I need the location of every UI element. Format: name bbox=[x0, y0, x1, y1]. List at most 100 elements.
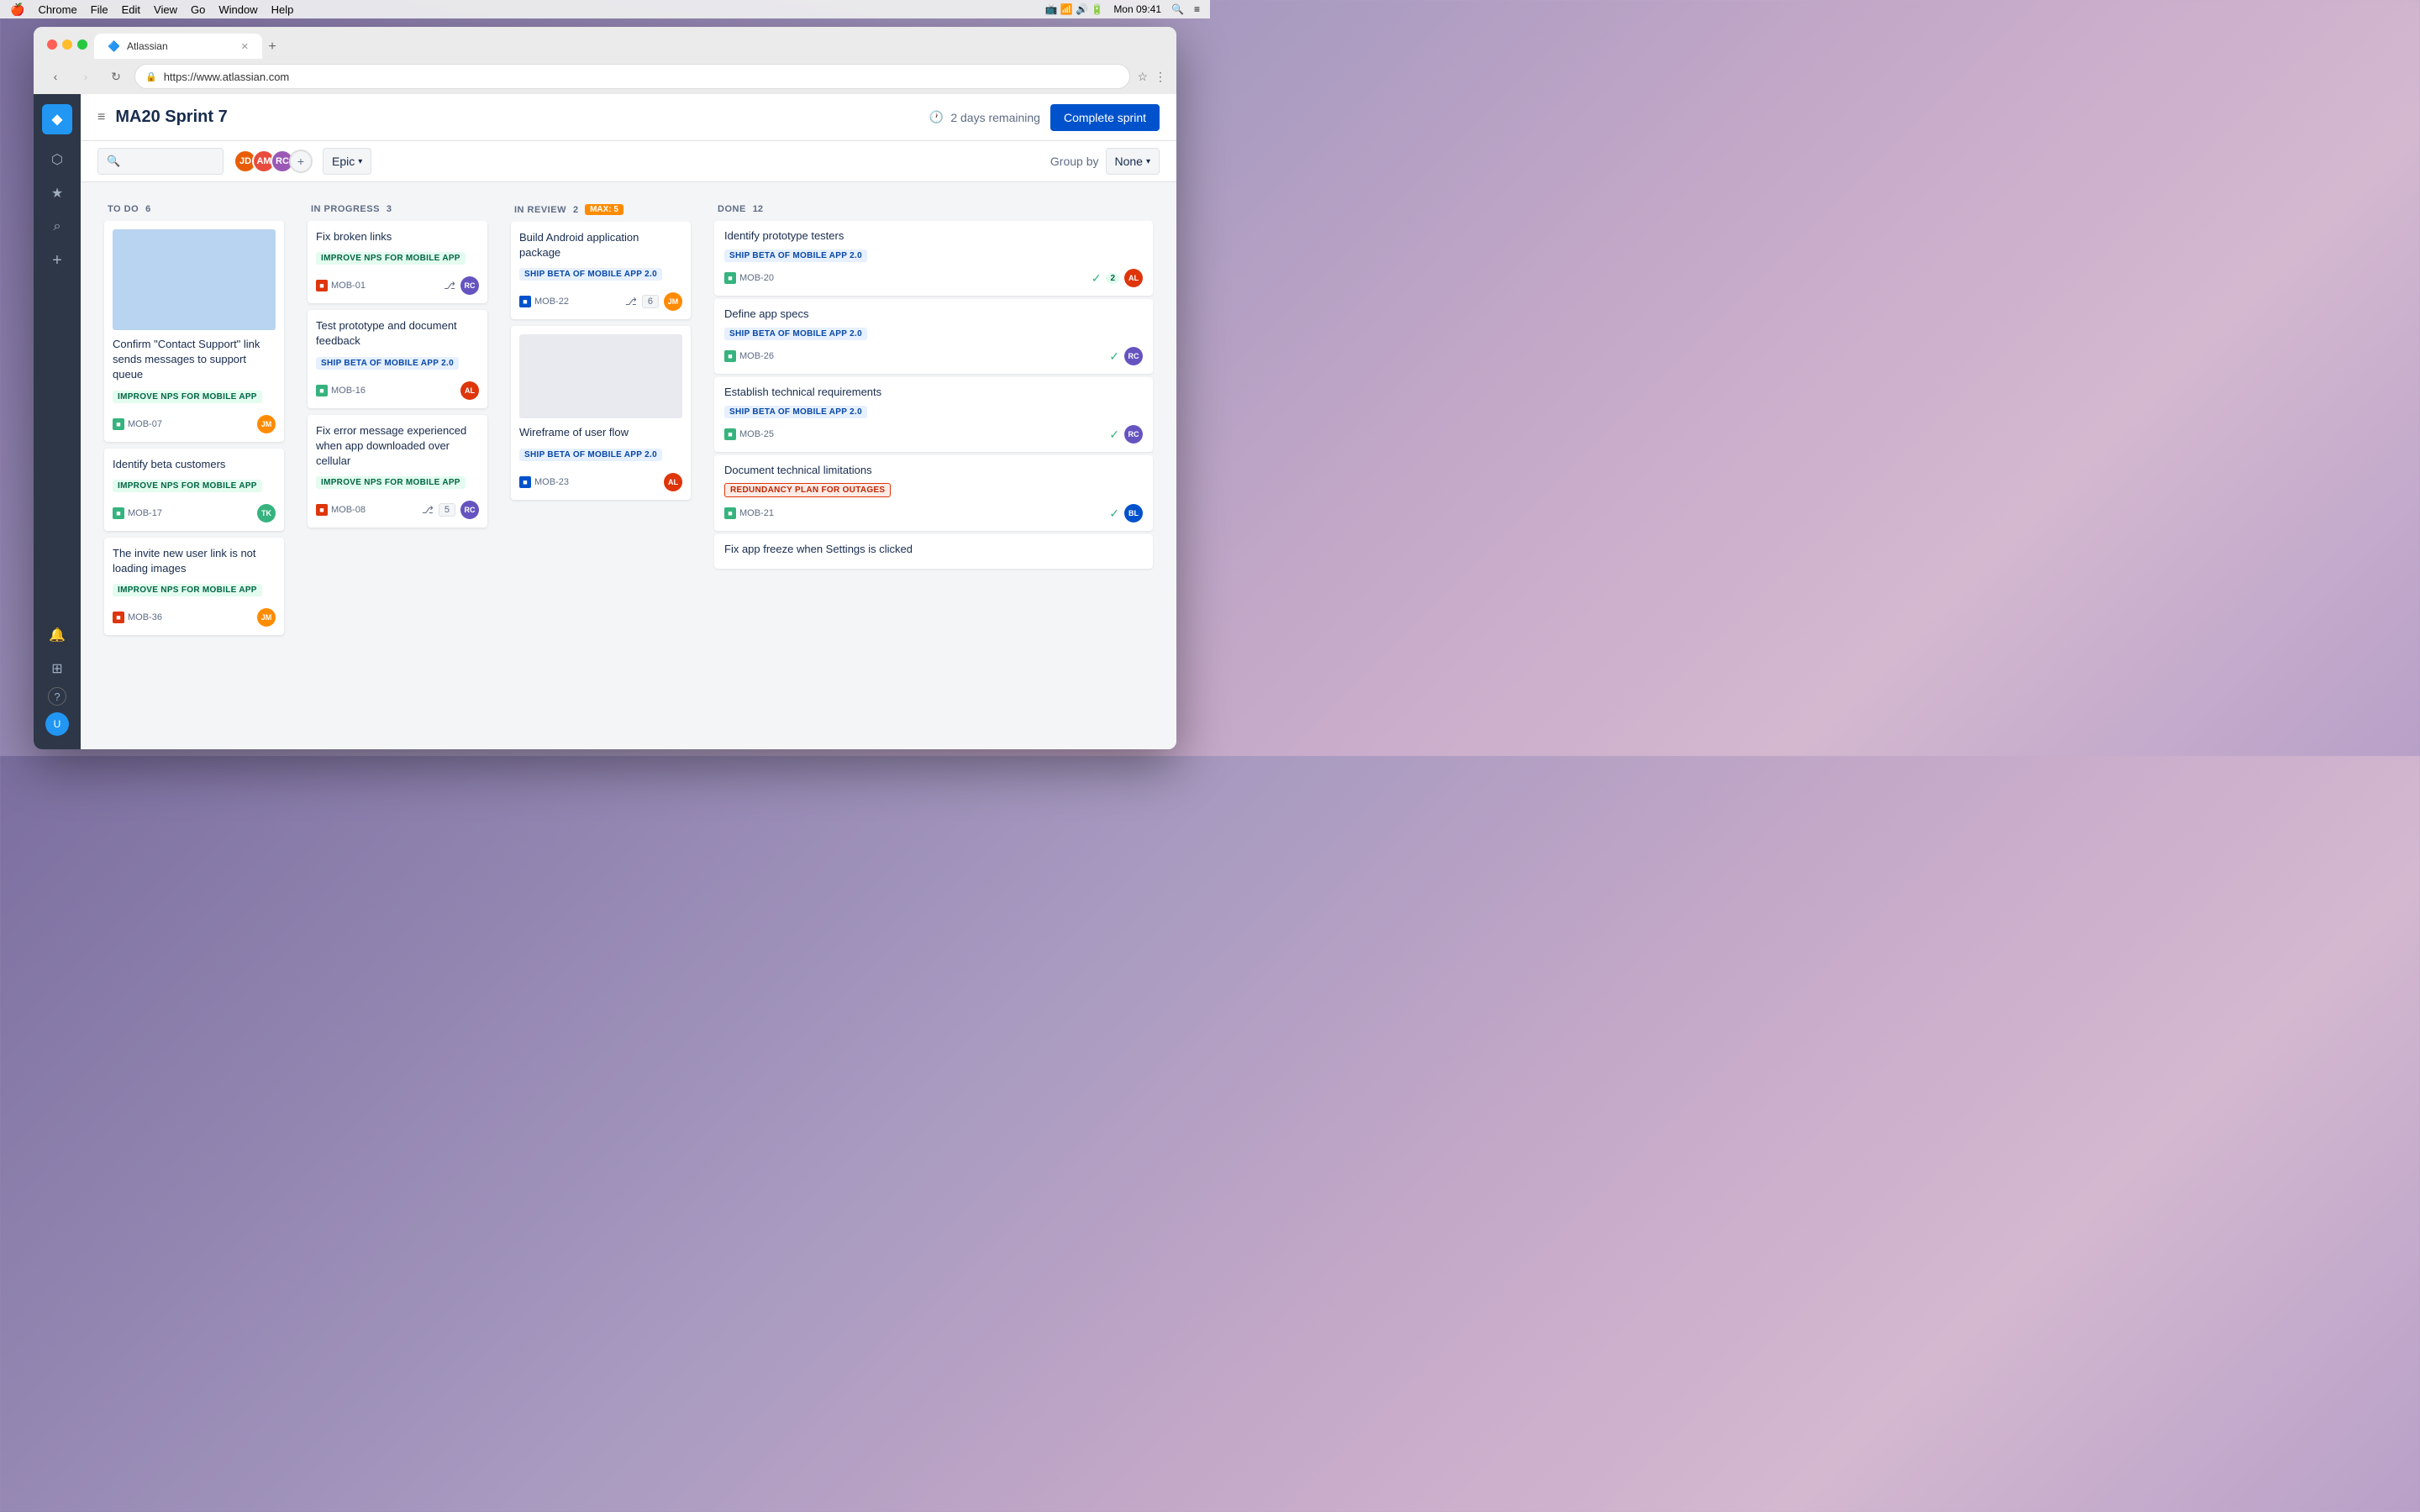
column-count-todo: 6 bbox=[145, 204, 150, 214]
card-id-text-ir-2: MOB-23 bbox=[534, 477, 569, 487]
fullscreen-button[interactable] bbox=[77, 39, 87, 50]
card-title-ip-2: Test prototype and document feedback bbox=[316, 318, 479, 349]
minimize-button[interactable] bbox=[62, 39, 72, 50]
card-todo-2[interactable]: Identify beta customers IMPROVE NPS FOR … bbox=[104, 449, 284, 531]
sidebar-item-boards[interactable]: ⬡ bbox=[42, 144, 72, 175]
card-avatar-todo-2: TK bbox=[257, 504, 276, 522]
card-title-done-2: Define app specs bbox=[724, 307, 1143, 320]
group-by-chevron-icon: ▾ bbox=[1146, 157, 1150, 166]
search-box[interactable]: 🔍 bbox=[97, 148, 224, 175]
card-done-3[interactable]: Establish technical requirements SHIP BE… bbox=[714, 377, 1153, 452]
card-footer-todo-2: ■ MOB-17 TK bbox=[113, 504, 276, 522]
card-ip-3[interactable]: Fix error message experienced when app d… bbox=[308, 415, 487, 528]
card-footer-ip-2: ■ MOB-16 AL bbox=[316, 381, 479, 400]
sidebar-item-starred[interactable]: ★ bbox=[42, 178, 72, 208]
card-label-done-4: REDUNDANCY PLAN FOR OUTAGES bbox=[724, 483, 891, 497]
menu-file[interactable]: File bbox=[91, 3, 108, 16]
card-id-todo-3: ■ MOB-36 bbox=[113, 612, 162, 623]
card-done-5[interactable]: Fix app freeze when Settings is clicked bbox=[714, 534, 1153, 569]
card-ir-2[interactable]: Wireframe of user flow SHIP BETA OF MOBI… bbox=[511, 326, 691, 499]
bug-icon-ip1: ■ bbox=[316, 280, 328, 291]
group-by: Group by None ▾ bbox=[1050, 148, 1160, 175]
url-bar[interactable]: 🔒 https://www.atlassian.com bbox=[134, 64, 1130, 89]
card-done-2[interactable]: Define app specs SHIP BETA OF MOBILE APP… bbox=[714, 299, 1153, 374]
menu-edit[interactable]: Edit bbox=[122, 3, 140, 16]
card-meta-done-1: ✓ 2 AL bbox=[1092, 269, 1143, 287]
new-tab-button[interactable]: + bbox=[262, 37, 282, 57]
more-options-icon[interactable]: ⋮ bbox=[1155, 70, 1166, 84]
task-icon-ir1: ■ bbox=[519, 296, 531, 307]
app-name[interactable]: Chrome bbox=[38, 3, 76, 16]
card-label-todo-3: IMPROVE NPS FOR MOBILE APP bbox=[113, 584, 262, 596]
menu-window[interactable]: Window bbox=[218, 3, 257, 16]
story-icon-done4: ■ bbox=[724, 507, 736, 519]
complete-sprint-button[interactable]: Complete sprint bbox=[1050, 104, 1160, 131]
tab-close-icon[interactable]: ✕ bbox=[241, 41, 249, 52]
card-image bbox=[113, 229, 276, 330]
card-id-text-ip-3: MOB-08 bbox=[331, 505, 366, 515]
tab-favicon: 🔷 bbox=[108, 40, 120, 52]
card-footer-done-4: ■ MOB-21 ✓ BL bbox=[724, 504, 1143, 522]
bookmark-icon[interactable]: ☆ bbox=[1137, 70, 1148, 84]
app-container: ◆ ⬡ ★ ⌕ + 🔔 ⊞ ? U ≡ MA20 Sprint 7 bbox=[34, 94, 1176, 749]
epic-filter-label: Epic bbox=[332, 155, 355, 168]
search-menubar-icon[interactable]: 🔍 bbox=[1171, 3, 1184, 15]
clock: Mon 09:41 bbox=[1113, 3, 1161, 15]
forward-button[interactable]: › bbox=[74, 65, 97, 88]
menu-view[interactable]: View bbox=[154, 3, 177, 16]
story-icon-done3: ■ bbox=[724, 428, 736, 440]
card-avatar-done-3: RC bbox=[1124, 425, 1143, 444]
group-by-value: None bbox=[1115, 155, 1143, 168]
card-label-done-2: SHIP BETA OF MOBILE APP 2.0 bbox=[724, 328, 867, 340]
sidebar-item-profile[interactable]: U bbox=[42, 709, 72, 739]
card-avatar-ip-3: RC bbox=[460, 501, 479, 519]
clock-icon: 🕐 bbox=[929, 110, 944, 124]
logo-icon: ◆ bbox=[52, 111, 62, 128]
card-title-done-1: Identify prototype testers bbox=[724, 229, 1143, 242]
main-content: ≡ MA20 Sprint 7 🕐 2 days remaining Compl… bbox=[81, 94, 1176, 749]
menu-go[interactable]: Go bbox=[191, 3, 205, 16]
column-title-inreview: IN REVIEW bbox=[514, 205, 566, 215]
card-footer-todo-1: ■ MOB-07 JM bbox=[113, 415, 276, 433]
branch-icon-ir1: ⎇ bbox=[625, 296, 637, 307]
check-icon-done2: ✓ bbox=[1109, 349, 1119, 364]
card-meta-ip-3: ⎇ 5 RC bbox=[422, 501, 479, 519]
card-done-1[interactable]: Identify prototype testers SHIP BETA OF … bbox=[714, 221, 1153, 296]
card-ip-2[interactable]: Test prototype and document feedback SHI… bbox=[308, 310, 487, 407]
card-title-ip-1: Fix broken links bbox=[316, 229, 479, 244]
browser-window: 🔷 Atlassian ✕ + ‹ › ↻ 🔒 https://www.atla… bbox=[34, 27, 1176, 749]
story-icon-ip2: ■ bbox=[316, 385, 328, 396]
sidebar-item-apps[interactable]: ⊞ bbox=[42, 654, 72, 684]
control-center-icon[interactable]: ≡ bbox=[1194, 3, 1200, 15]
sidebar-item-search[interactable]: ⌕ bbox=[42, 212, 72, 242]
hamburger-icon[interactable]: ≡ bbox=[97, 110, 105, 125]
sidebar-item-notifications[interactable]: 🔔 bbox=[42, 620, 72, 650]
apple-menu[interactable]: 🍎 bbox=[10, 3, 24, 17]
active-tab[interactable]: 🔷 Atlassian ✕ bbox=[94, 34, 262, 59]
group-by-select[interactable]: None ▾ bbox=[1106, 148, 1160, 175]
column-max-inreview: MAX: 5 bbox=[585, 204, 623, 215]
system-icons: 📺 📶 🔊 🔋 bbox=[1045, 3, 1104, 15]
sidebar-item-help[interactable]: ? bbox=[48, 687, 66, 706]
card-avatar-done-1: AL bbox=[1124, 269, 1143, 287]
back-button[interactable]: ‹ bbox=[44, 65, 67, 88]
tab-label: Atlassian bbox=[127, 40, 168, 52]
check-icon-done3: ✓ bbox=[1109, 428, 1119, 442]
card-done-4[interactable]: Document technical limitations REDUNDANC… bbox=[714, 455, 1153, 531]
card-todo-3[interactable]: The invite new user link is not loading … bbox=[104, 538, 284, 635]
reload-button[interactable]: ↻ bbox=[104, 65, 128, 88]
sidebar-item-create[interactable]: + bbox=[42, 245, 72, 276]
card-ip-1[interactable]: Fix broken links IMPROVE NPS FOR MOBILE … bbox=[308, 221, 487, 303]
card-id-ip-3: ■ MOB-08 bbox=[316, 504, 366, 516]
address-bar-actions: ☆ ⋮ bbox=[1137, 70, 1166, 84]
add-member-button[interactable]: + bbox=[289, 150, 313, 173]
menu-help[interactable]: Help bbox=[271, 3, 294, 16]
close-button[interactable] bbox=[47, 39, 57, 50]
app-logo[interactable]: ◆ bbox=[42, 104, 72, 134]
epic-filter[interactable]: Epic ▾ bbox=[323, 148, 371, 175]
url-text: https://www.atlassian.com bbox=[164, 71, 290, 83]
card-id-done-4: ■ MOB-21 bbox=[724, 507, 774, 519]
bug-icon-ip3: ■ bbox=[316, 504, 328, 516]
card-todo-1[interactable]: Confirm "Contact Support" link sends mes… bbox=[104, 221, 284, 442]
card-ir-1[interactable]: Build Android application package SHIP B… bbox=[511, 222, 691, 319]
